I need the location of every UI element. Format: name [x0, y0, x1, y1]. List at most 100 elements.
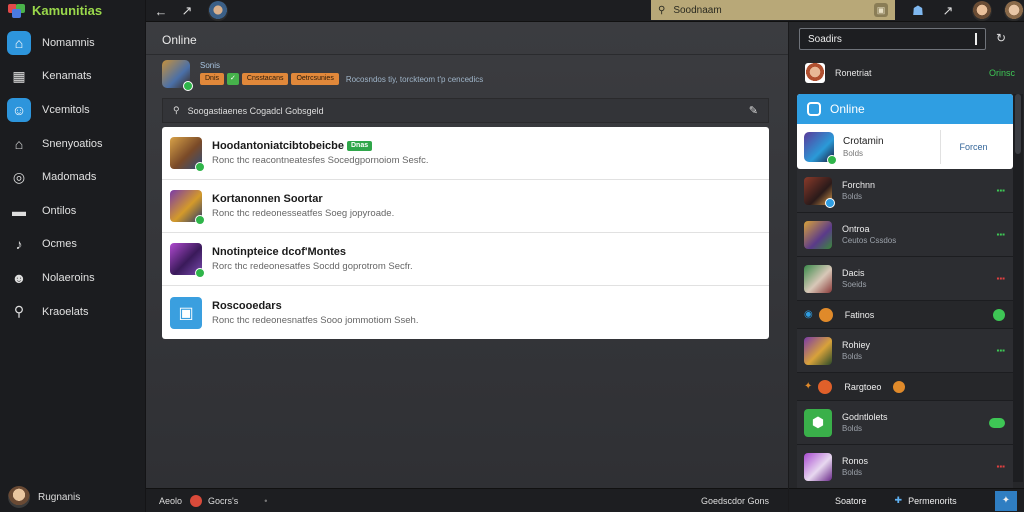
- profile-avatar-icon[interactable]: [208, 1, 228, 21]
- current-user[interactable]: Ronetriat Orinsc: [805, 63, 1015, 83]
- text-cursor: [975, 33, 977, 45]
- friend-item[interactable]: Ronos Bolds ▪▪▪: [797, 445, 1013, 489]
- status-label[interactable]: Gocrs's: [208, 496, 238, 506]
- friend-name: Forchnn: [842, 180, 876, 190]
- friend-action-button[interactable]: Forcen: [940, 129, 1006, 164]
- sidebar-item-kraoelats[interactable]: ⚲ Kraoelats: [6, 295, 140, 329]
- online-section-header[interactable]: Online: [797, 94, 1013, 124]
- notification-heading: Sonis: [200, 61, 221, 70]
- friend-status: Soeids: [842, 280, 867, 289]
- sidebar-item-nomamnis[interactable]: ⌂ Nomamnis: [6, 26, 140, 60]
- sidebar-item-nolaeroins[interactable]: ☻ Nolaeroins: [6, 261, 140, 295]
- list-item[interactable]: Hoodantoniatcibtobeicbe Dnas Ronc thc rea…: [162, 127, 769, 180]
- list-item-title: Roscooedars: [212, 299, 282, 312]
- status-badge: Orinsc: [988, 68, 1015, 78]
- friend-item[interactable]: ⬢ Godntlolets Bolds: [797, 401, 1013, 445]
- avatar: [804, 176, 835, 208]
- expand-icon[interactable]: ↗: [178, 2, 196, 20]
- list-search-bar[interactable]: ⚲ Soogastiaenes Cogadcl Gobsgeld ✎: [162, 98, 769, 123]
- sidebar-item-label: Ocmes: [42, 238, 77, 251]
- friend-group[interactable]: ◉ Fatinos: [797, 301, 1013, 329]
- scrollbar[interactable]: [1013, 94, 1023, 482]
- shield-icon: ⬢: [804, 408, 832, 437]
- notification[interactable]: Sonis Dnis ✓ Cnsstacans Oetrcsunies Roco…: [162, 60, 483, 91]
- sidebar-item-ocmes[interactable]: ♪ Ocmes: [6, 228, 140, 262]
- sparkle-icon: ✦: [804, 381, 813, 392]
- online-badge-icon: [195, 162, 205, 172]
- tag-badge: Cnsstacans: [241, 73, 289, 85]
- info-icon: ◉: [804, 309, 813, 320]
- friend-item[interactable]: Crotamin Bolds Forcen: [797, 124, 1013, 169]
- sidebar-item-label: Kraoelats: [42, 305, 89, 318]
- avatar[interactable]: [972, 1, 992, 21]
- tag-badge: Dnas: [347, 141, 373, 152]
- footer-label[interactable]: Soatore: [835, 496, 867, 506]
- chat-icon: [807, 102, 821, 116]
- list-item[interactable]: Kortanonnen Soortar Ronc thc redeonessea…: [162, 180, 769, 233]
- pin-icon[interactable]: ✎: [749, 104, 758, 117]
- sidebar-item-snenyoatios[interactable]: ⌂ Snenyoatios: [6, 127, 140, 161]
- search-icon: ⚲: [173, 105, 180, 115]
- footer-label[interactable]: Permenorits: [908, 496, 957, 506]
- friend-status: Bolds: [843, 148, 864, 158]
- people-icon[interactable]: ☗: [909, 2, 927, 20]
- list-item[interactable]: Nnotinpteice dcof'Montes Rorc thc redeon…: [162, 233, 769, 286]
- status-label[interactable]: Goedscdor Gons: [701, 496, 769, 506]
- friend-group[interactable]: ✦ Rargtoeo: [797, 373, 1013, 401]
- sidebar-item-ontilos[interactable]: ▬ Ontilos: [6, 194, 140, 228]
- app-window: Kamunitias ⌂ Nomamnis ▦ Kenamats ☺ Vcemi…: [0, 0, 1024, 512]
- game-icon: [162, 60, 193, 91]
- sidebar-item-vcemitols[interactable]: ☺ Vcemitols: [6, 93, 140, 127]
- friend-status: Bolds: [842, 192, 863, 201]
- list-item-title: Kortanonnen Soortar: [212, 193, 323, 205]
- avatar[interactable]: [1004, 1, 1024, 21]
- status-bar: Aeolo Gocrs's • Goedscdor Gons: [146, 488, 788, 512]
- avatar: [805, 63, 825, 83]
- user-profile[interactable]: Rugnanis: [8, 486, 80, 508]
- friend-item[interactable]: Dacis Soeids ▪▪▪: [797, 257, 1013, 301]
- sidebar-item-label: Vcemitols: [42, 103, 90, 116]
- pin-icon[interactable]: ↗: [939, 2, 957, 20]
- game-icon: [170, 137, 205, 172]
- online-dot-icon: [993, 308, 1005, 321]
- away-dot-icon: [893, 380, 906, 393]
- friend-name: Ontroa: [842, 224, 870, 234]
- list-item-title: Hoodantoniatcibtobeicbe: [212, 140, 344, 152]
- refresh-icon[interactable]: ↻: [996, 31, 1006, 45]
- friends-search-value: Soadirs: [808, 33, 842, 45]
- friend-item[interactable]: Forchnn Bolds ▪▪▪: [797, 169, 1013, 213]
- online-badge-icon: [195, 215, 205, 225]
- list-item-subtitle: Ronc thc redeonesnatfes Sooo jommotiom S…: [212, 314, 419, 326]
- friend-name: Rohiey: [842, 340, 871, 350]
- online-badge-icon: [183, 81, 193, 91]
- search-input[interactable]: ⚲ Soodnaam ▣: [651, 0, 895, 20]
- friend-item[interactable]: Ontroa Ceutos Cssdos ▪▪▪: [797, 213, 1013, 257]
- window-icon: ▬: [12, 202, 26, 219]
- music-icon: ♪: [15, 236, 23, 253]
- avatar: [804, 336, 832, 365]
- sidebar: Kamunitias ⌂ Nomamnis ▦ Kenamats ☺ Vcemi…: [0, 0, 146, 512]
- settings-icon[interactable]: ✦: [995, 490, 1017, 511]
- friends-panel: Soadirs ↻ Ronetriat Orinsc Online Crotam…: [788, 22, 1024, 512]
- main-content: Online Sonis Dnis ✓ Cnsstacans Oetrcsuni…: [146, 22, 788, 488]
- app-logo[interactable]: Kamunitias: [8, 3, 102, 18]
- status-label[interactable]: Aeolo: [159, 496, 182, 506]
- logo-icon: [8, 3, 26, 18]
- sidebar-item-madomads[interactable]: ◎ Madomads: [6, 160, 140, 194]
- friend-item[interactable]: Rohiey Bolds ▪▪▪: [797, 329, 1013, 373]
- online-dot-icon: ▪▪▪: [996, 346, 1005, 355]
- sidebar-item-label: Snenyoatios: [42, 137, 103, 150]
- tag-badge: Oetrcsunies: [291, 73, 339, 85]
- sidebar-item-kenamats[interactable]: ▦ Kenamats: [6, 60, 140, 94]
- status-badge-icon: [825, 197, 835, 208]
- current-user-name: Ronetriat: [835, 68, 872, 78]
- scrollbar-thumb[interactable]: [1015, 94, 1021, 154]
- busy-dot-icon: ▪▪▪: [996, 462, 1005, 471]
- online-toggle-icon: [989, 417, 1005, 428]
- group-icon: [818, 307, 833, 322]
- list-item[interactable]: ▣ Roscooedars Ronc thc redeonesnatfes So…: [162, 286, 769, 339]
- friends-search-input[interactable]: Soadirs: [799, 28, 986, 50]
- face-icon: ☺: [7, 97, 31, 122]
- back-arrow-icon[interactable]: ←: [152, 2, 170, 20]
- avatar: [804, 131, 837, 165]
